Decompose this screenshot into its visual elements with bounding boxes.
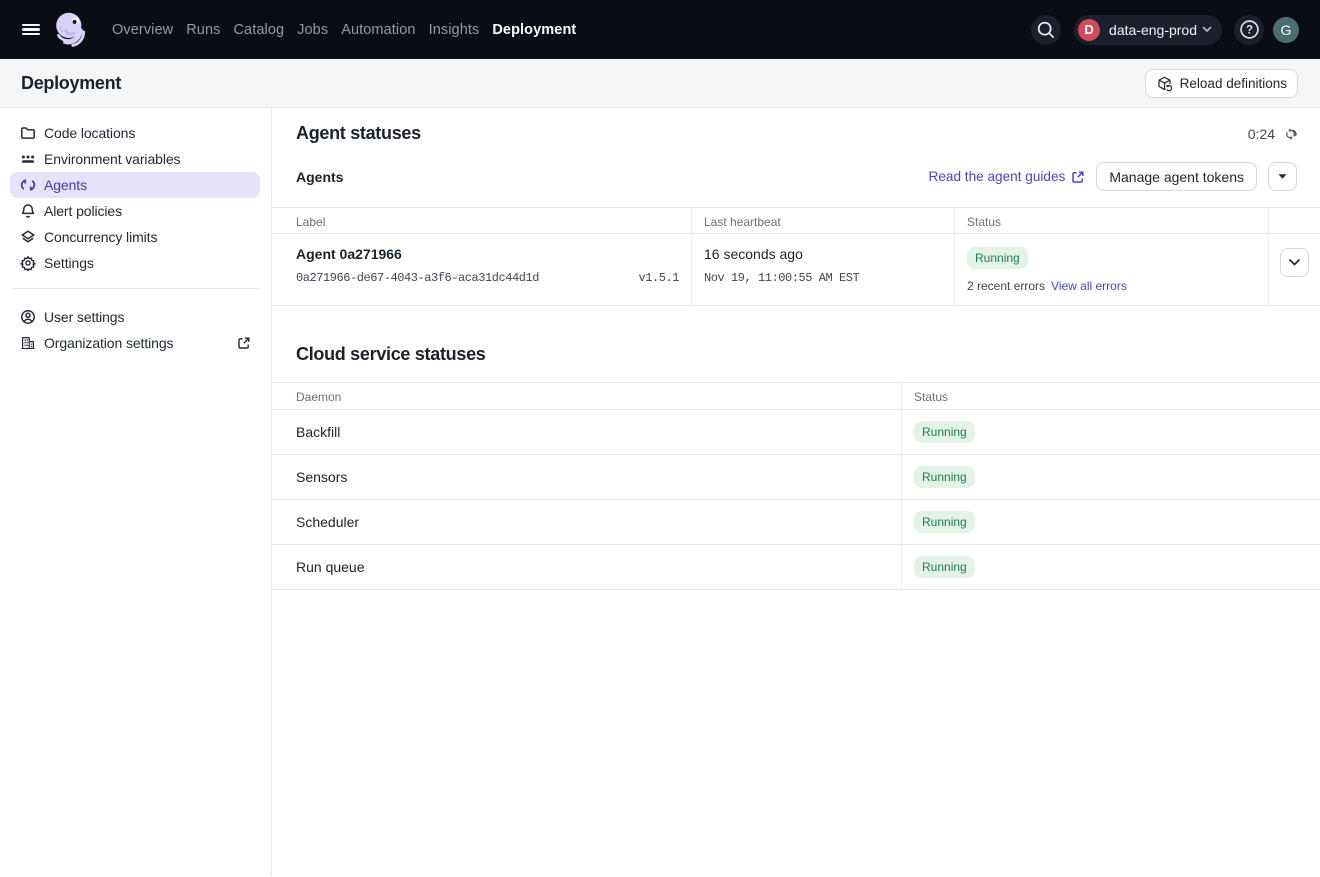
svg-text:?: ? — [1245, 25, 1252, 37]
